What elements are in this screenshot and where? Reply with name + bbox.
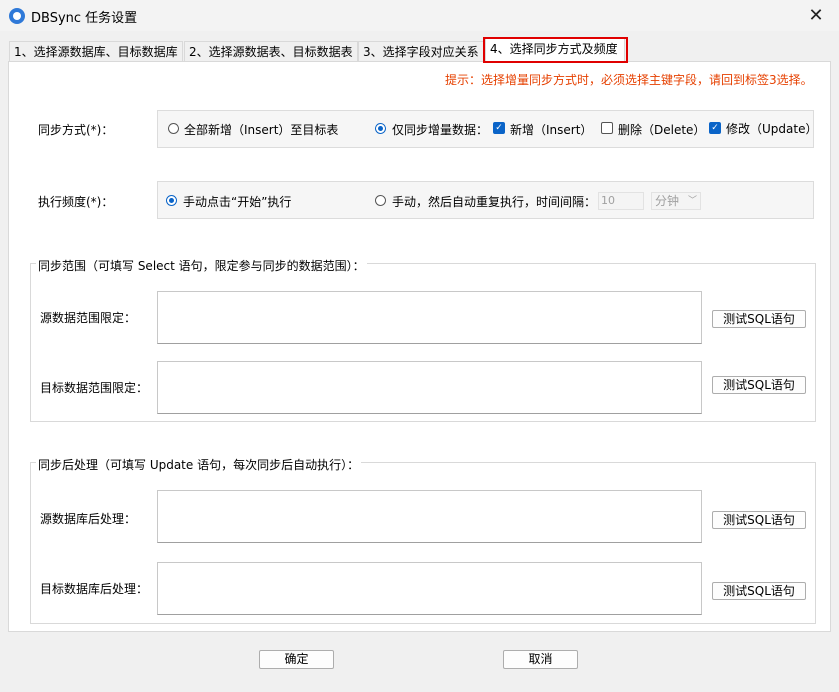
test-sql-button-target-scope[interactable]: 测试SQL语句 xyxy=(712,376,806,394)
sync-scope-title: 同步范围（可填写 Select 语句，限定参与同步的数据范围）： xyxy=(36,257,367,274)
ok-button[interactable]: 确定 xyxy=(259,650,334,669)
checkbox-insert-label: 新增（Insert） xyxy=(510,123,593,137)
checkbox-update[interactable]: ✓ xyxy=(709,122,721,134)
radio-full-insert[interactable] xyxy=(168,123,179,134)
target-scope-label: 目标数据范围限定： xyxy=(40,381,149,395)
option-full-insert-label: 全部新增（Insert）至目标表 xyxy=(184,123,339,137)
checkbox-delete[interactable] xyxy=(601,122,613,134)
radio-manual[interactable] xyxy=(166,195,177,206)
radio-incremental[interactable] xyxy=(375,123,386,134)
close-button[interactable]: ✕ xyxy=(793,0,839,31)
hint-text: 提示：选择增量同步方式时，必须选择主键字段，请回到标签3选择。 xyxy=(445,73,813,87)
option-auto-repeat-label: 手动，然后自动重复执行，时间间隔： xyxy=(392,195,597,209)
radio-auto-repeat[interactable] xyxy=(375,195,386,206)
window-title: DBSync 任务设置 xyxy=(31,11,138,26)
sync-mode-label: 同步方式(*)： xyxy=(38,123,114,137)
source-scope-input[interactable] xyxy=(157,291,702,344)
cancel-button[interactable]: 取消 xyxy=(503,650,578,669)
interval-unit-select[interactable]: 分钟 ﹀ xyxy=(651,192,701,210)
title-bar: DBSync 任务设置 ✕ xyxy=(0,0,839,31)
tab-select-databases[interactable]: 1、选择源数据库、目标数据库 xyxy=(9,41,183,61)
tab-select-tables[interactable]: 2、选择源数据表、目标数据表 xyxy=(184,41,358,61)
checkbox-update-label: 修改（Update） xyxy=(726,122,818,136)
option-manual-label: 手动点击“开始”执行 xyxy=(183,195,292,209)
target-post-label: 目标数据库后处理： xyxy=(40,582,149,596)
frequency-label: 执行频度(*)： xyxy=(38,195,114,209)
interval-unit-value: 分钟 xyxy=(655,194,680,208)
checkbox-insert[interactable]: ✓ xyxy=(493,122,505,134)
test-sql-button-target-post[interactable]: 测试SQL语句 xyxy=(712,582,806,600)
target-scope-input[interactable] xyxy=(157,361,702,414)
tab-highlight-box xyxy=(483,37,628,63)
app-icon xyxy=(9,8,25,24)
test-sql-button-source-post[interactable]: 测试SQL语句 xyxy=(712,511,806,529)
post-process-title: 同步后处理（可填写 Update 语句，每次同步后自动执行）： xyxy=(36,456,362,473)
tab-field-mapping[interactable]: 3、选择字段对应关系 xyxy=(358,41,484,61)
test-sql-button-source-scope[interactable]: 测试SQL语句 xyxy=(712,310,806,328)
option-incremental-label: 仅同步增量数据： xyxy=(392,123,489,137)
checkbox-delete-label: 删除（Delete） xyxy=(618,123,706,137)
source-post-input[interactable] xyxy=(157,490,702,543)
target-post-input[interactable] xyxy=(157,562,702,615)
source-scope-label: 源数据范围限定： xyxy=(40,311,137,325)
interval-input[interactable]: 10 xyxy=(598,192,644,210)
chevron-down-icon: ﹀ xyxy=(687,196,697,206)
source-post-label: 源数据库后处理： xyxy=(40,512,137,526)
